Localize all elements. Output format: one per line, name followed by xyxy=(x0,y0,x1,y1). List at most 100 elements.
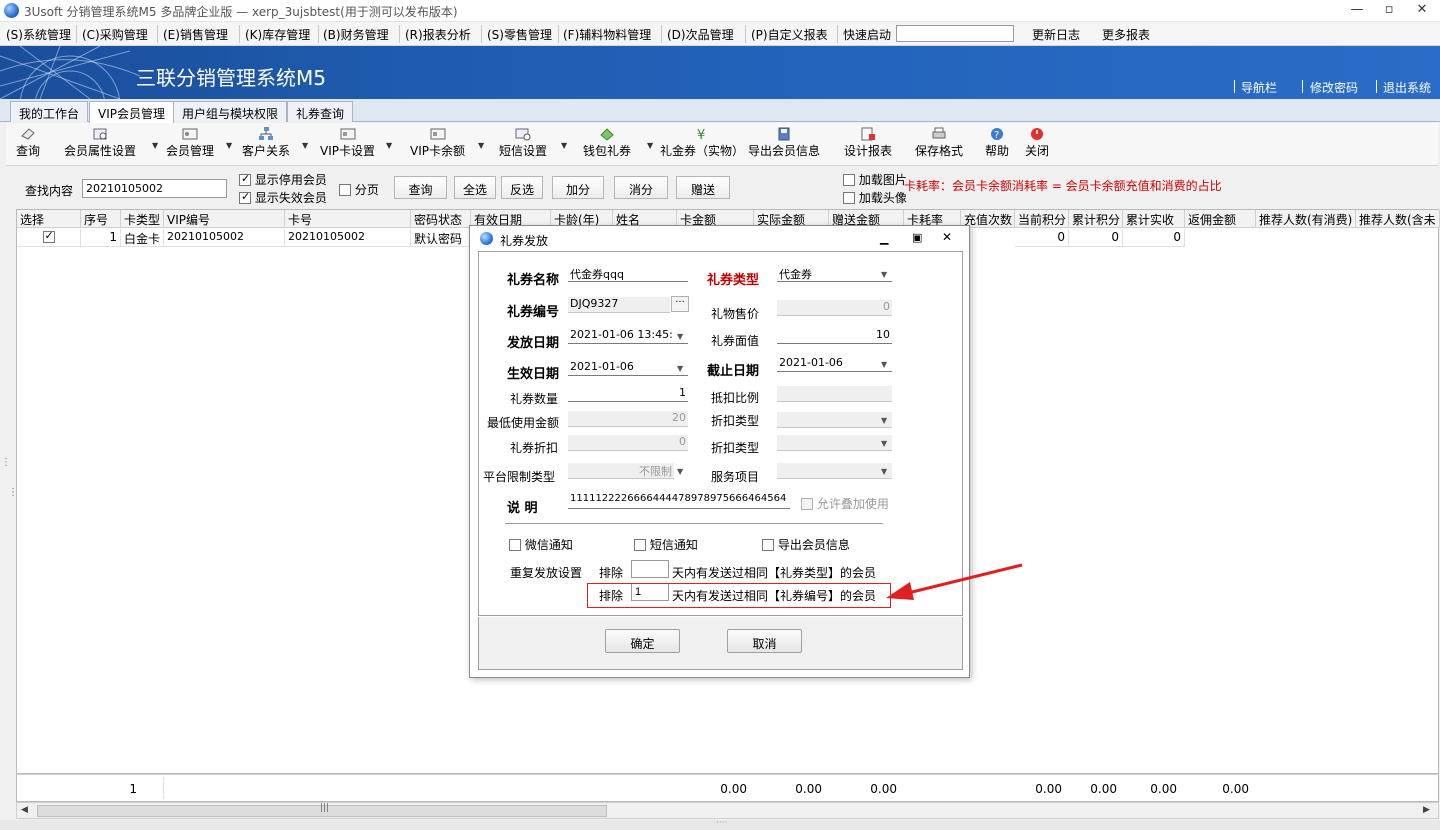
col-header-referrals-consumed[interactable]: 推荐人数(有消费) xyxy=(1256,210,1356,228)
paging-checkbox[interactable]: 分页 xyxy=(339,181,379,198)
menu-sales[interactable]: (E)销售管理 xyxy=(163,26,228,43)
coupon-type-select[interactable]: 代金券 xyxy=(777,266,892,282)
design-report-button[interactable]: 设计报表 xyxy=(844,127,892,159)
query-button[interactable]: 查询 xyxy=(16,127,40,159)
face-value-field[interactable]: 10 xyxy=(777,328,892,344)
close-button[interactable]: 关闭 xyxy=(1025,127,1049,159)
menu-materials[interactable]: (F)辅料物料管理 xyxy=(563,26,651,43)
member-attr-button[interactable]: 会员属性设置 ▼ xyxy=(64,127,158,159)
col-header-acc-received[interactable]: 累计实收 xyxy=(1123,210,1185,228)
coupon-name-field[interactable]: 代金券qqq xyxy=(568,266,688,282)
coupon-no-field[interactable]: DJQ9327 xyxy=(568,297,670,313)
chevron-down-icon[interactable]: ▼ xyxy=(881,360,887,369)
menu-defective[interactable]: (D)次品管理 xyxy=(667,26,734,43)
exclude-days-type-input[interactable] xyxy=(631,560,669,578)
customer-rel-button[interactable]: 客户关系 ▼ xyxy=(242,127,308,159)
add-points-button[interactable]: 加分 xyxy=(552,176,604,199)
resize-grip[interactable]: ···· xyxy=(716,818,727,828)
sms-settings-button[interactable]: 短信设置 ▼ xyxy=(499,127,567,159)
menu-inventory[interactable]: (K)库存管理 xyxy=(245,26,310,43)
chevron-down-icon[interactable]: ▼ xyxy=(677,364,683,373)
load-image-checkbox[interactable]: 加载图片 xyxy=(843,171,907,188)
minimize-button[interactable]: — xyxy=(1347,2,1367,20)
horizontal-scrollbar[interactable]: ◀ ||| ▶ xyxy=(16,802,1439,819)
col-header-rebate[interactable]: 返佣金额 xyxy=(1185,210,1256,228)
chevron-down-icon[interactable]: ▼ xyxy=(647,141,653,150)
subtract-points-button[interactable]: 消分 xyxy=(614,176,668,199)
wallet-gift-button[interactable]: 钱包礼券 ▼ xyxy=(583,127,653,159)
browse-coupon-button[interactable]: ··· xyxy=(671,296,689,312)
issue-date-picker[interactable]: 2021-01-06 13:45: xyxy=(568,328,688,344)
col-header-card-type[interactable]: 卡类型 xyxy=(121,210,164,228)
col-header-seq[interactable]: 序号 xyxy=(81,210,121,228)
row-select-checkbox[interactable] xyxy=(17,229,81,247)
menu-custom-reports[interactable]: (P)自定义报表 xyxy=(751,26,828,43)
menu-changelog[interactable]: 更新日志 xyxy=(1032,26,1080,43)
ok-button[interactable]: 确定 xyxy=(605,629,680,653)
chevron-down-icon[interactable]: ▼ xyxy=(152,141,158,150)
tab-vip-member[interactable]: VIP会员管理 xyxy=(89,101,174,123)
scroll-left-icon[interactable]: ◀ xyxy=(21,805,28,815)
col-header-vip-no[interactable]: VIP编号 xyxy=(164,210,285,228)
tab-coupon-query[interactable]: 礼券查询 xyxy=(287,101,354,122)
menu-more-reports[interactable]: 更多报表 xyxy=(1102,26,1150,43)
chevron-down-icon[interactable]: ▼ xyxy=(478,141,484,150)
col-header-cur-points[interactable]: 当前积分 xyxy=(1015,210,1069,228)
maximize-button[interactable]: ▫ xyxy=(1379,2,1399,20)
sms-notify-checkbox[interactable]: 短信通知 xyxy=(634,536,698,553)
dialog-close-button[interactable]: ✕ xyxy=(942,230,952,244)
dialog-minimize-button[interactable]: ▁ xyxy=(880,232,888,245)
chevron-down-icon[interactable]: ▼ xyxy=(226,141,232,150)
vip-balance-button[interactable]: VIP卡余额 ▼ xyxy=(410,127,484,159)
load-avatar-checkbox[interactable]: 加载头像 xyxy=(843,189,907,206)
col-header-select[interactable]: 选择 xyxy=(17,210,81,228)
member-mgmt-button[interactable]: 会员管理 ▼ xyxy=(166,127,232,159)
col-header-acc-points[interactable]: 累计积分 xyxy=(1069,210,1123,228)
dialog-restore-button[interactable]: ▣ xyxy=(912,231,922,244)
gift-coupon-button[interactable]: ¥ 礼金券（实物） xyxy=(660,127,744,159)
vip-card-button[interactable]: VIP卡设置 ▼ xyxy=(320,127,392,159)
effective-date-picker[interactable]: 2021-01-06 xyxy=(568,360,688,376)
menu-reports[interactable]: (R)报表分析 xyxy=(405,26,471,43)
quickstart-input[interactable] xyxy=(896,25,1014,42)
menu-finance[interactable]: (B)财务管理 xyxy=(323,26,389,43)
tab-user-groups[interactable]: 用户组与模块权限 xyxy=(173,101,288,122)
chevron-down-icon[interactable]: ▼ xyxy=(677,332,683,341)
export-member-button[interactable]: 导出会员信息 xyxy=(748,127,820,159)
link-divider xyxy=(1234,80,1235,93)
chevron-down-icon[interactable]: ▼ xyxy=(561,141,567,150)
filter-query-button[interactable]: 查询 xyxy=(394,176,447,199)
col-header-pwd-status[interactable]: 密码状态 xyxy=(411,210,471,228)
nav-link[interactable]: 导航栏 xyxy=(1241,79,1277,96)
quantity-field[interactable]: 1 xyxy=(568,386,688,402)
change-password-link[interactable]: 修改密码 xyxy=(1310,79,1358,96)
scroll-right-icon[interactable]: ▶ xyxy=(1423,805,1430,815)
expiry-date-picker[interactable]: 2021-01-06 xyxy=(777,356,892,372)
save-format-button[interactable]: 保存格式 xyxy=(915,127,963,159)
help-button[interactable]: ? 帮助 xyxy=(985,127,1009,159)
scrollbar-thumb[interactable]: ||| xyxy=(37,803,607,817)
col-header-card-no[interactable]: 卡号 xyxy=(285,210,411,228)
show-disabled-checkbox[interactable]: 显示停用会员 xyxy=(239,171,327,188)
show-invalid-checkbox[interactable]: 显示失效会员 xyxy=(239,189,327,206)
chevron-down-icon[interactable]: ▼ xyxy=(302,141,308,150)
wechat-notify-checkbox[interactable]: 微信通知 xyxy=(509,536,573,553)
chevron-down-icon[interactable]: ▼ xyxy=(386,141,392,150)
gift-button[interactable]: 赠送 xyxy=(676,176,730,199)
col-header-referrals-all[interactable]: 推荐人数(含未 xyxy=(1356,210,1440,228)
menu-divider xyxy=(76,25,77,43)
chevron-down-icon[interactable]: ▼ xyxy=(881,270,887,279)
menu-purchase[interactable]: (C)采购管理 xyxy=(82,26,148,43)
menu-system[interactable]: (S)系统管理 xyxy=(6,26,71,43)
cancel-button[interactable]: 取消 xyxy=(727,629,802,653)
export-info-checkbox[interactable]: 导出会员信息 xyxy=(762,536,850,553)
invert-selection-button[interactable]: 反选 xyxy=(501,176,543,199)
description-field[interactable]: 11111222266664444789789756664645​64 xyxy=(568,493,790,509)
select-all-button[interactable]: 全选 xyxy=(454,176,496,199)
splitter-grip[interactable]: ⋮ xyxy=(1,458,11,468)
search-input[interactable] xyxy=(82,179,227,198)
close-window-button[interactable]: ✕ xyxy=(1412,2,1432,20)
logout-link[interactable]: 退出系统 xyxy=(1383,79,1431,96)
tab-workbench[interactable]: 我的工作台 xyxy=(10,101,89,122)
menu-retail[interactable]: (S)零售管理 xyxy=(487,26,552,43)
